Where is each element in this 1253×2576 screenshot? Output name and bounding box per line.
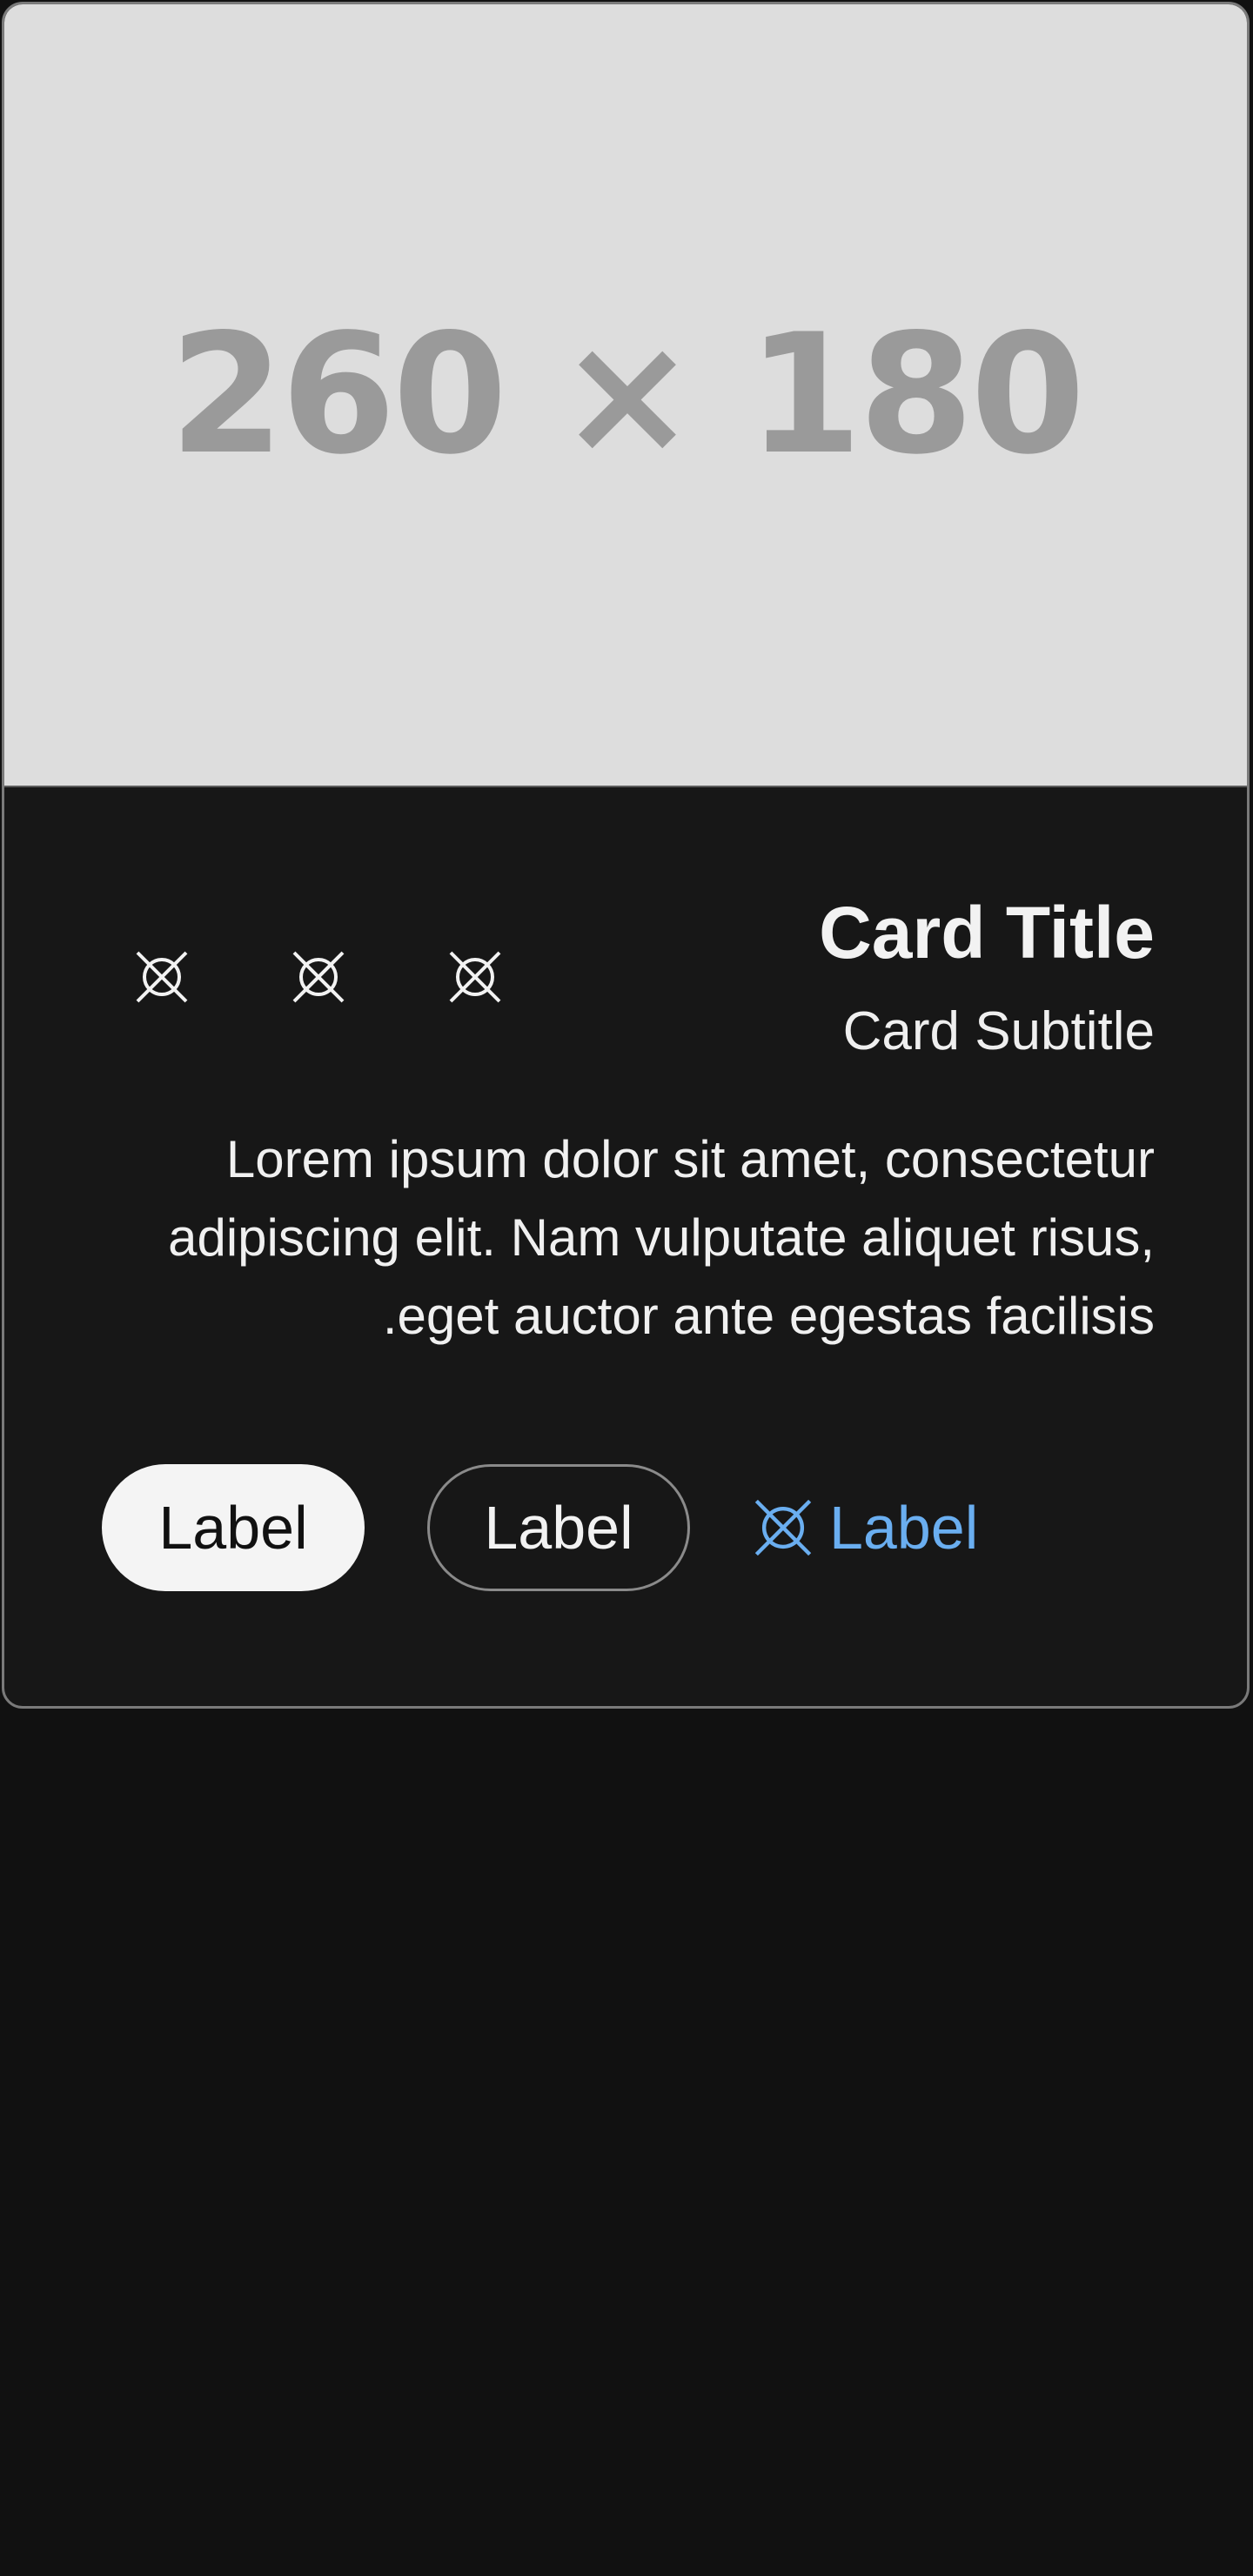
outlined-button[interactable]: Label [427, 1464, 690, 1591]
placeholder-icon [754, 1499, 812, 1556]
card-media-placeholder: 260 × 180 [4, 4, 1247, 787]
media-size-label: 260 × 180 [169, 298, 1086, 491]
filled-button-label: Label [158, 1494, 308, 1562]
card-title: Card Title [819, 892, 1155, 974]
card: 260 × 180 Card Title Card Subtitle Lorem… [2, 2, 1250, 1709]
icon-button-2[interactable] [288, 947, 349, 1007]
icon-button-3[interactable] [445, 947, 506, 1007]
outlined-button-label: Label [484, 1494, 633, 1562]
card-subtitle: Card Subtitle [842, 1001, 1155, 1061]
placeholder-icon [136, 951, 188, 1003]
icon-button-1[interactable] [131, 947, 192, 1007]
placeholder-icon [292, 951, 345, 1003]
card-body-text: Lorem ipsum dolor sit amet, consectetur … [168, 1130, 1155, 1345]
text-button-label: Label [829, 1494, 979, 1562]
filled-button[interactable]: Label [102, 1464, 365, 1591]
placeholder-icon [449, 951, 501, 1003]
text-button[interactable]: Label [753, 1464, 978, 1591]
